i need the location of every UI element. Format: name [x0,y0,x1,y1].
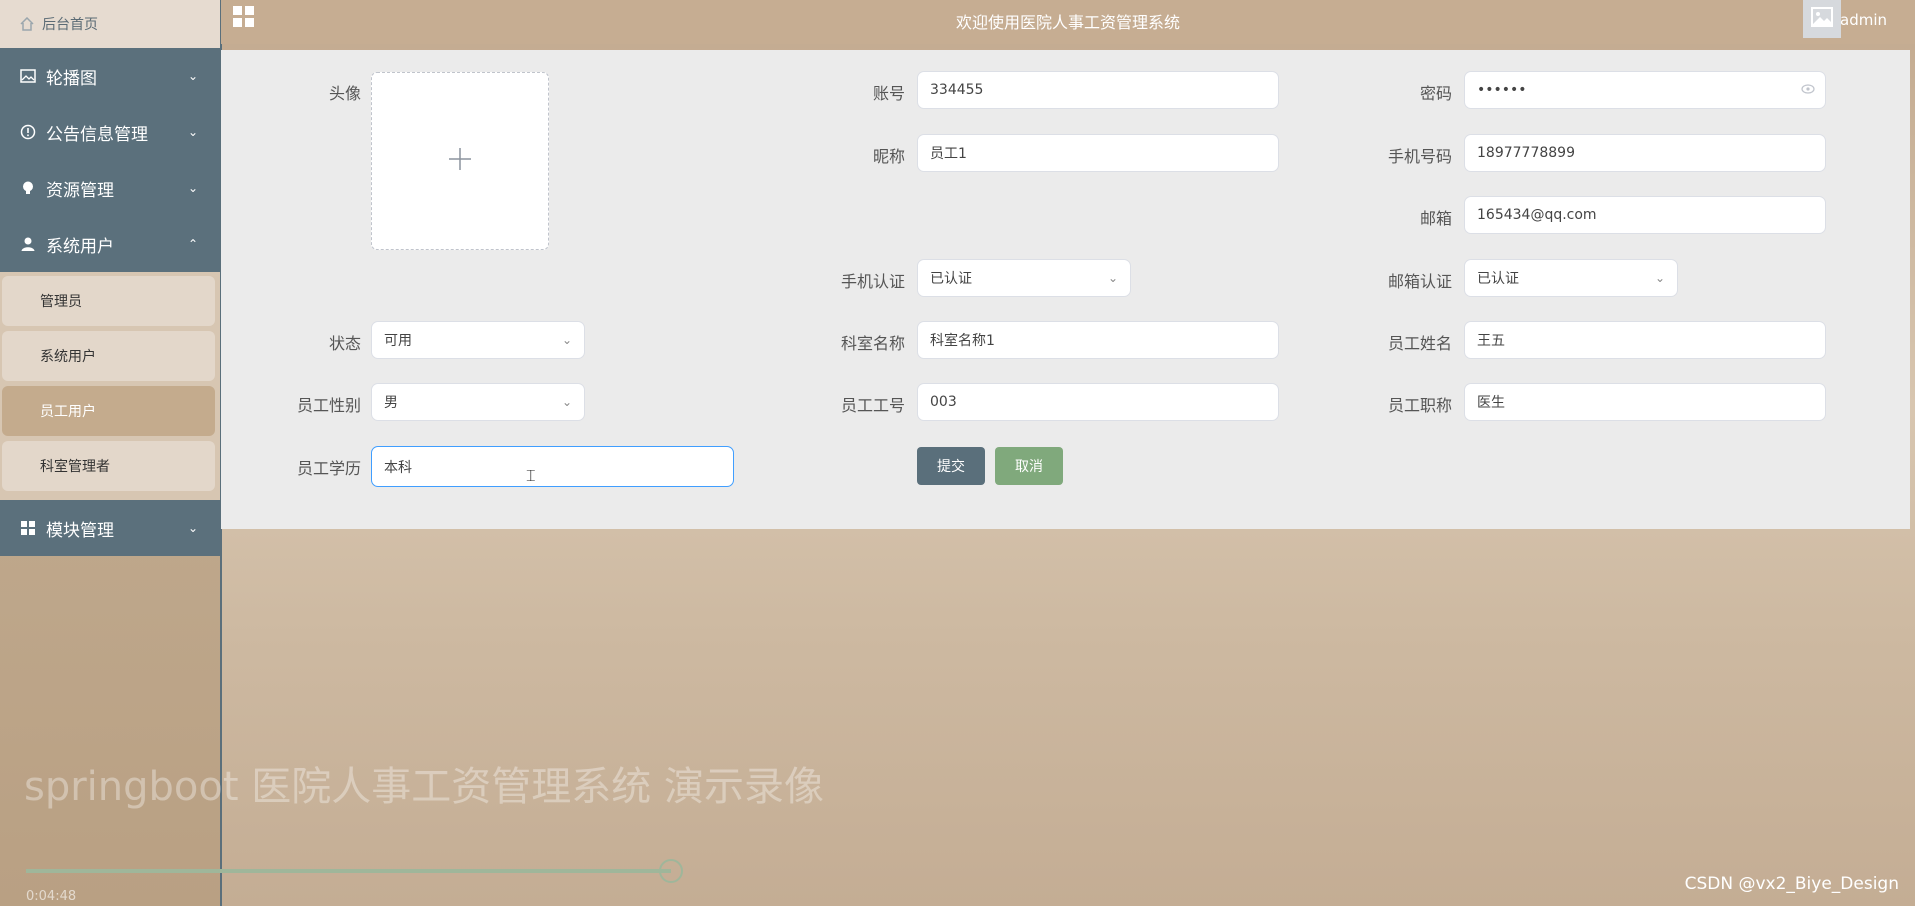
info-icon [20,124,36,140]
chevron-down-icon: ⌄ [187,181,198,195]
emp-name-value: 王五 [1477,333,1505,349]
nickname-value: 员工1 [930,146,967,162]
submit-button[interactable]: 提交 [917,447,985,485]
avatar-label: 头像 [328,84,361,103]
sidebar-menu-sysuser[interactable]: 系统用户 ⌃ [0,216,220,272]
sidebar-menu-carousel[interactable]: 轮播图 ⌄ [0,48,220,104]
chevron-down-icon: ⌄ [187,521,198,535]
dept-value: 科室名称1 [930,333,995,349]
image-placeholder-icon [1811,7,1833,31]
chevron-down-icon: ⌄ [561,333,572,347]
status-select[interactable]: 可用 ⌄ [371,321,585,359]
email-value: 165434@qq.com [1477,207,1597,223]
chevron-up-icon: ⌃ [187,237,198,251]
emp-title-value: 医生 [1477,395,1505,411]
sidebar-menu-label: 资源管理 [46,180,114,201]
sidebar-menu-label: 轮播图 [46,68,97,89]
avatar-upload[interactable] [371,72,549,250]
chevron-down-icon: ⌄ [187,69,198,83]
status-label: 状态 [328,334,361,353]
sidebar-item-admin[interactable]: 管理员 [2,276,215,326]
nickname-label: 昵称 [872,147,905,166]
emp-name-label: 员工姓名 [1387,334,1452,353]
sidebar-menu-resource[interactable]: 资源管理 ⌄ [0,160,220,216]
bulb-icon [20,180,36,196]
phone-value: 18977778899 [1477,145,1575,161]
email-label: 邮箱 [1419,209,1452,228]
sidebar-item-label: 科室管理者 [40,459,110,475]
eye-icon[interactable] [1801,83,1815,97]
account-value: 334455 [930,82,984,98]
education-value: 本科 [384,459,412,476]
watermark-credit: CSDN @vx2_Biye_Design [1684,874,1899,894]
phone-verify-select[interactable]: 已认证 ⌄ [917,259,1131,297]
cancel-button[interactable]: 取消 [995,447,1063,485]
gender-value: 男 [384,395,398,411]
sidebar-item-dept-manager[interactable]: 科室管理者 [2,441,215,491]
sidebar-item-label: 系统用户 [40,349,96,365]
password-input[interactable]: •••••• [1464,71,1826,109]
sidebar-menu-label: 公告信息管理 [46,124,148,145]
emp-name-input[interactable]: 王五 [1464,321,1826,359]
chevron-down-icon: ⌄ [561,395,572,409]
phone-label: 手机号码 [1387,147,1452,166]
dept-label: 科室名称 [840,334,905,353]
header-username[interactable]: admin [1840,11,1887,29]
gender-label: 员工性别 [296,396,361,415]
phone-input[interactable]: 18977778899 [1464,134,1826,172]
video-overlay-title: springboot 医院人事工资管理系统 演示录像 [24,764,824,810]
account-label: 账号 [872,84,905,103]
plus-icon [447,146,473,176]
user-icon [20,236,36,252]
phone-verify-value: 已认证 [930,271,972,287]
password-label: 密码 [1419,84,1452,103]
sidebar-item-employee[interactable]: 员工用户 [2,386,215,436]
password-value: •••••• [1477,82,1527,98]
status-value: 可用 [384,333,412,349]
home-icon [20,16,34,31]
emp-title-input[interactable]: 医生 [1464,383,1826,421]
chevron-down-icon: ⌄ [1107,271,1118,285]
sidebar-item-label: 管理员 [40,294,82,310]
email-input[interactable]: 165434@qq.com [1464,196,1826,234]
emp-title-label: 员工职称 [1387,396,1452,415]
sidebar-menu-label: 模块管理 [46,520,114,541]
dept-input[interactable]: 科室名称1 [917,321,1279,359]
grid-icon [20,520,36,536]
sidebar-home[interactable]: 后台首页 [0,0,220,48]
email-verify-value: 已认证 [1477,271,1519,287]
video-progress-bar[interactable] [26,869,671,873]
chevron-down-icon: ⌄ [1654,271,1665,285]
emp-no-input[interactable]: 003 [917,383,1279,421]
avatar[interactable] [1803,0,1841,38]
emp-no-label: 员工工号 [840,396,905,415]
sidebar-menu-label: 系统用户 [46,236,114,257]
text-cursor-icon: ⌶ [526,466,536,485]
video-timecode: 0:04:48 [26,889,77,904]
education-input[interactable]: 本科 [371,446,734,487]
sidebar-submenu: 管理员 系统用户 员工用户 科室管理者 [0,272,220,500]
email-verify-select[interactable]: 已认证 ⌄ [1464,259,1678,297]
sidebar-item-label: 员工用户 [40,404,96,420]
sidebar-menu-notice[interactable]: 公告信息管理 ⌄ [0,104,220,160]
user-form-panel: 头像 状态 可用 ⌄ 员工性别 男 ⌄ 员工学历 本科 账号 334455 昵称… [221,50,1910,529]
image-icon [20,68,36,84]
sidebar-home-label: 后台首页 [42,17,98,33]
email-verify-label: 邮箱认证 [1387,272,1452,291]
header-title: 欢迎使用医院人事工资管理系统 [955,13,1180,32]
sidebar-menu-module[interactable]: 模块管理 ⌄ [0,500,220,556]
emp-no-value: 003 [930,394,957,410]
sidebar-item-sysuser[interactable]: 系统用户 [2,331,215,381]
gender-select[interactable]: 男 ⌄ [371,383,585,421]
account-input[interactable]: 334455 [917,71,1279,109]
top-header: 欢迎使用医院人事工资管理系统 admin [221,0,1915,44]
phone-verify-label: 手机认证 [840,272,905,291]
education-label: 员工学历 [296,459,361,478]
video-progress-handle[interactable] [659,859,683,883]
chevron-down-icon: ⌄ [187,125,198,139]
nickname-input[interactable]: 员工1 [917,134,1279,172]
